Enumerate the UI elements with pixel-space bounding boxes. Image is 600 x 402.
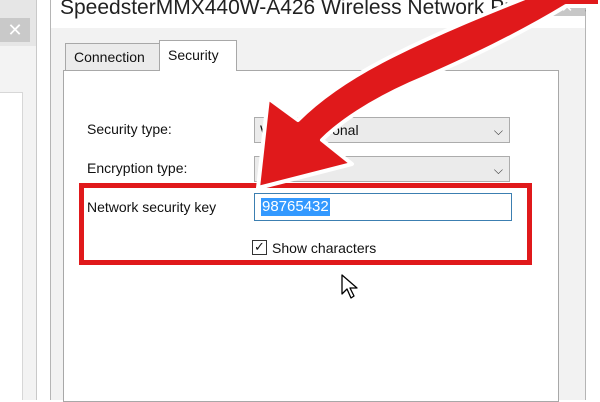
- background-close-button[interactable]: ✕: [0, 18, 30, 42]
- encryption-type-value: AES: [260, 161, 289, 177]
- show-characters-checkbox[interactable]: ✓: [252, 240, 267, 255]
- dialog-title: SpeedsterMMX440W-A426 Wireless Network P…: [60, 0, 586, 19]
- background-window: ✕: [0, 0, 37, 400]
- title-bar: SpeedsterMMX440W-A426 Wireless Network P…: [51, 0, 586, 28]
- security-type-value: WPA2-Personal: [260, 122, 359, 138]
- close-icon: ✕: [560, 0, 574, 16]
- security-type-label: Security type:: [87, 121, 172, 137]
- chevron-down-icon: ⌵: [493, 124, 503, 138]
- mouse-pointer-icon: [341, 274, 358, 299]
- chevron-down-icon: ⌵: [493, 163, 503, 177]
- network-security-key-label: Network security key: [87, 199, 217, 215]
- encryption-type-select[interactable]: AES ⌵: [254, 156, 510, 182]
- close-icon: ✕: [7, 20, 23, 40]
- background-pane: [0, 92, 23, 400]
- encryption-type-label: Encryption type:: [87, 160, 188, 176]
- checkmark-icon: ✓: [254, 239, 265, 254]
- network-security-key-input[interactable]: 98765432: [254, 193, 512, 221]
- show-characters-label[interactable]: Show characters: [272, 240, 376, 256]
- network-security-key-value: 98765432: [261, 198, 330, 216]
- wireless-properties-dialog: SpeedsterMMX440W-A426 Wireless Network P…: [50, 0, 586, 402]
- tab-security[interactable]: Security: [159, 40, 237, 71]
- security-type-select[interactable]: WPA2-Personal ⌵: [254, 117, 510, 143]
- tab-connection[interactable]: Connection: [65, 43, 161, 70]
- close-button[interactable]: ✕: [549, 0, 585, 16]
- security-tab-panel: Security type: WPA2-Personal ⌵ Encryptio…: [63, 70, 559, 402]
